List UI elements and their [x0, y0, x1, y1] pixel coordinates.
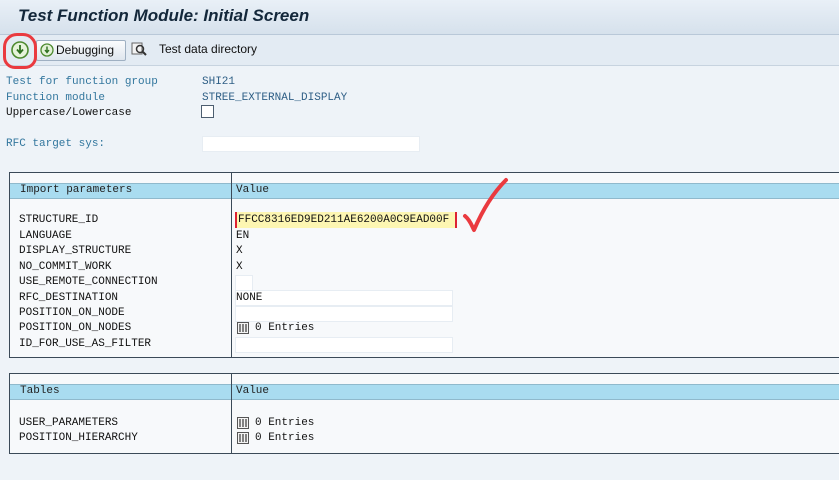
param-name-position-on-nodes: POSITION_ON_NODES	[19, 322, 132, 334]
rfc-destination-input[interactable]	[235, 290, 453, 306]
function-group-value: SHI21	[202, 76, 236, 88]
table-entries-icon[interactable]	[237, 417, 249, 429]
test-data-directory-icon[interactable]	[131, 41, 147, 57]
param-name-rfc-destination: RFC_DESTINATION	[19, 292, 119, 304]
language-input[interactable]: EN	[236, 230, 249, 242]
tables-table-header	[10, 384, 839, 400]
column-divider	[231, 173, 232, 357]
structure-id-input[interactable]: FFCC8316ED9ED211AE6200A0C9EAD00F	[238, 214, 449, 226]
red-checkmark-annotation	[463, 178, 508, 232]
function-module-value: STREE_EXTERNAL_DISPLAY	[202, 92, 348, 104]
import-table-header	[10, 183, 839, 199]
uppercase-lowercase-checkbox[interactable]	[201, 105, 214, 118]
no-commit-work-input[interactable]: X	[236, 261, 243, 273]
red-circle-annotation	[3, 33, 37, 69]
window-title: Test Function Module: Initial Screen	[18, 6, 310, 25]
application-toolbar: Debugging Test data directory	[0, 35, 839, 66]
main-content: Test for function group SHI21 Function m…	[0, 66, 839, 480]
debug-icon	[40, 43, 54, 57]
rfc-target-sys-input[interactable]	[202, 136, 420, 152]
table-entries-icon[interactable]	[237, 432, 249, 444]
param-name-display-structure: DISPLAY_STRUCTURE	[19, 245, 132, 257]
import-parameters-header: Import parameters	[20, 184, 133, 196]
param-name-position-hierarchy: POSITION_HIERARCHY	[19, 432, 138, 444]
param-name-structure-id: STRUCTURE_ID	[19, 214, 99, 226]
param-name-id-for-use-as-filter: ID_FOR_USE_AS_FILTER	[19, 338, 152, 350]
param-name-language: LANGUAGE	[19, 230, 72, 242]
position-on-node-input[interactable]	[235, 306, 453, 322]
param-name-position-on-node: POSITION_ON_NODE	[19, 307, 125, 319]
debugging-label: Debugging	[56, 43, 115, 57]
user-parameters-entries: 0 Entries	[255, 417, 315, 429]
table-entries-icon[interactable]	[237, 322, 249, 334]
function-group-label: Test for function group	[6, 76, 158, 88]
tables-value-header: Value	[236, 385, 270, 397]
param-name-use-remote-connection: USE_REMOTE_CONNECTION	[19, 276, 158, 288]
rfc-target-sys-label: RFC target sys:	[6, 138, 106, 150]
column-divider	[231, 374, 232, 453]
import-parameters-table: Import parameters Value STRUCTURE_ID FFC…	[9, 172, 839, 358]
param-name-no-commit-work: NO_COMMIT_WORK	[19, 261, 112, 273]
debugging-button[interactable]: Debugging	[36, 40, 126, 61]
position-hierarchy-entries: 0 Entries	[255, 432, 315, 444]
param-name-user-parameters: USER_PARAMETERS	[19, 417, 119, 429]
rfc-destination-value: NONE	[236, 292, 263, 304]
id-for-use-as-filter-input[interactable]	[235, 337, 453, 353]
tables-table: Tables Value USER_PARAMETERS 0 Entries P…	[9, 373, 839, 454]
display-structure-input[interactable]: X	[236, 245, 243, 257]
uppercase-lowercase-label: Uppercase/Lowercase	[6, 107, 132, 119]
position-on-nodes-entries: 0 Entries	[255, 322, 315, 334]
test-data-directory-link[interactable]: Test data directory	[159, 42, 257, 56]
tables-header: Tables	[20, 385, 60, 397]
function-module-label: Function module	[6, 92, 106, 104]
import-value-header: Value	[236, 184, 270, 196]
use-remote-connection-input[interactable]	[235, 275, 253, 291]
title-bar: Test Function Module: Initial Screen	[0, 0, 839, 35]
